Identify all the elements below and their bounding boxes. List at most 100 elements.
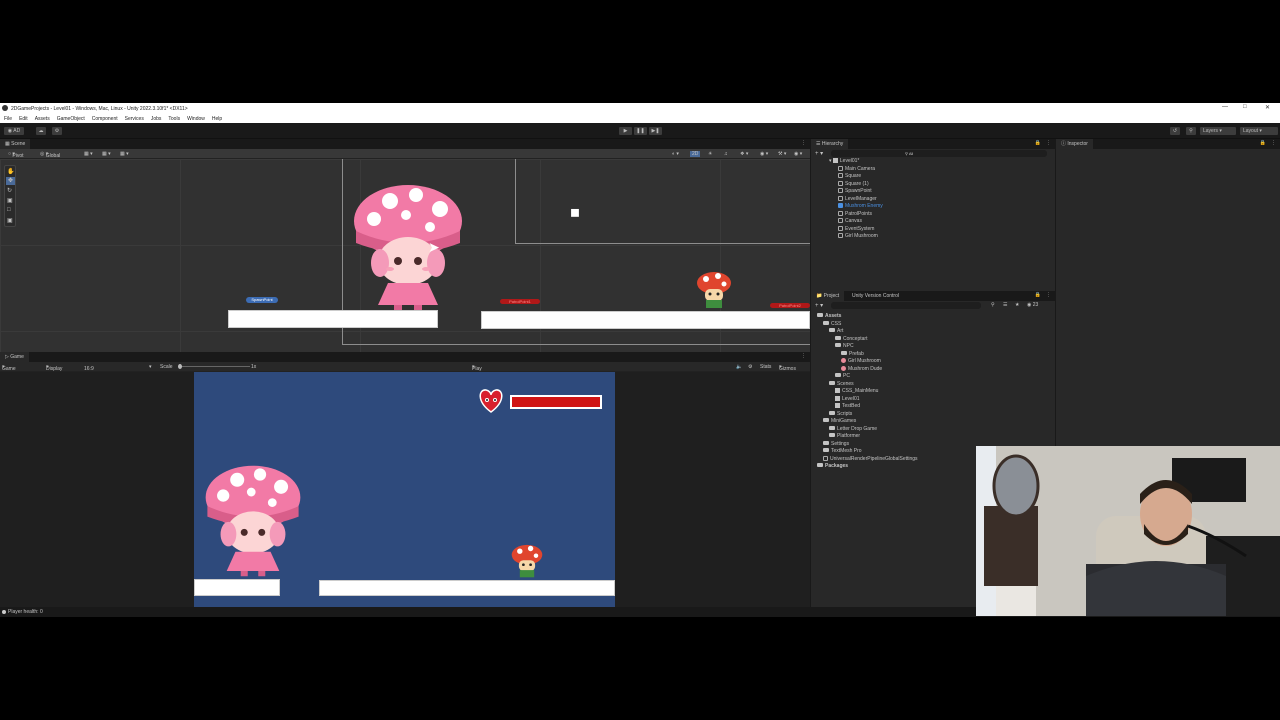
project-tree-item[interactable]: Art	[829, 328, 843, 336]
status-message[interactable]: Player health: 0	[8, 609, 43, 615]
hierarchy-item[interactable]: Square (1)	[838, 180, 869, 189]
snap-icon[interactable]: ▦ ▾	[120, 151, 129, 157]
project-tree-item[interactable]: MiniGames	[823, 418, 856, 426]
play-focused-dropdown[interactable]: Play Focused ▾	[472, 364, 491, 378]
grid-snap-icon[interactable]: ▦ ▾	[84, 151, 93, 157]
hierarchy-item[interactable]: EventSystem	[838, 225, 874, 234]
tools-icon[interactable]: ⚒ ▾	[778, 151, 786, 157]
transform-tool-icon[interactable]: ▣	[7, 217, 13, 224]
hierarchy-search-input[interactable]: ⚲ All	[831, 150, 1047, 157]
effects-icon[interactable]: ❖ ▾	[740, 151, 748, 157]
search-by-type-icon[interactable]: ⚲	[991, 302, 995, 308]
mute-audio-icon[interactable]: 🔈	[736, 364, 742, 370]
gizmos-icon[interactable]: ◉ ▾	[794, 151, 802, 157]
layers-dropdown[interactable]: Layers ▾	[1200, 127, 1236, 135]
mode-2d-toggle[interactable]: 2D	[690, 151, 701, 157]
more-icon[interactable]: ⋮	[801, 353, 806, 359]
girl-mushroom-sprite[interactable]	[350, 183, 466, 313]
hierarchy-item[interactable]: LevelManager	[838, 195, 877, 204]
pause-button[interactable]: ❚❚	[634, 127, 647, 135]
filter-icon[interactable]: ☰	[1003, 302, 1007, 308]
hand-tool-icon[interactable]: ✋	[7, 168, 14, 175]
tab-project[interactable]: 📁 Project	[811, 291, 845, 301]
hierarchy-item[interactable]: SpawnPoint	[838, 188, 872, 196]
hidden-packages-icon[interactable]: ◉ 23	[1027, 302, 1038, 308]
grid-icon[interactable]: ▦ ▾	[102, 151, 111, 157]
more-icon[interactable]: ⋮	[1271, 140, 1276, 146]
render-mode-icon[interactable]: ◐ ▾	[672, 151, 679, 157]
game-screen[interactable]	[194, 372, 615, 607]
rotate-tool-icon[interactable]: ↻	[7, 187, 12, 194]
tab-hierarchy[interactable]: ☰ Hierarchy	[811, 139, 849, 149]
audio-icon[interactable]: ♫	[724, 151, 728, 157]
gizmos-dropdown[interactable]: Gizmos ▾	[779, 364, 796, 372]
menu-tools[interactable]: Tools	[168, 116, 180, 122]
add-icon[interactable]: + ▾	[815, 150, 823, 157]
lock-icon[interactable]: 🔒	[1035, 140, 1041, 146]
hierarchy-item[interactable]: Canvas	[838, 218, 862, 226]
global-dropdown[interactable]: ◎ Global ▾	[40, 151, 60, 159]
more-icon[interactable]: ⋮	[1046, 140, 1051, 146]
tab-inspector[interactable]: ⓘ Inspector	[1056, 139, 1093, 149]
favorite-icon[interactable]: ★	[1015, 302, 1019, 308]
project-tree-item[interactable]: Settings	[823, 440, 849, 449]
game-mode-dropdown[interactable]: Game ▾	[2, 364, 16, 372]
scale-slider-handle[interactable]	[178, 364, 182, 369]
minimize-icon[interactable]: —	[1222, 104, 1228, 110]
project-tree-item[interactable]: Assets	[817, 313, 841, 321]
project-tree-item[interactable]: CSS_MainMenu	[835, 388, 878, 396]
pivot-dropdown[interactable]: ○ Pivot ▾	[8, 151, 24, 159]
search-icon[interactable]: ⚲	[1186, 127, 1196, 135]
layout-dropdown[interactable]: Layout ▾	[1240, 127, 1278, 135]
project-tree-item[interactable]: Level01	[835, 395, 860, 404]
project-tree-item[interactable]: Letter Drop Game	[829, 425, 877, 434]
maximize-icon[interactable]: □	[1243, 104, 1247, 110]
menu-edit[interactable]: Edit	[19, 116, 28, 122]
tab-unity-version-control[interactable]: Unity Version Control	[847, 291, 904, 301]
settings-icon[interactable]: ⚙	[52, 127, 62, 135]
display-dropdown[interactable]: Display 1 ▾	[46, 364, 62, 378]
rect-tool-icon[interactable]: □	[7, 207, 11, 213]
project-tree-item[interactable]: CSS	[823, 320, 841, 329]
scene-platform-square[interactable]	[228, 310, 438, 328]
project-tree-item[interactable]: Scripts	[829, 410, 852, 419]
project-tree-item[interactable]: Conceptart	[835, 335, 867, 344]
hierarchy-item[interactable]: PatrolPoints	[838, 210, 872, 219]
menu-gameobject[interactable]: GameObject	[57, 116, 85, 122]
lighting-icon[interactable]: ☀	[708, 151, 712, 157]
play-button[interactable]: ▶	[619, 127, 632, 135]
cloud-icon[interactable]: ☁	[36, 127, 46, 135]
menu-help[interactable]: Help	[212, 116, 222, 122]
hierarchy-item[interactable]: Square	[838, 173, 861, 181]
project-tree-item[interactable]: Mushrom Dude	[841, 365, 882, 374]
project-tree-item[interactable]: Platformer	[829, 433, 860, 441]
menu-assets[interactable]: Assets	[35, 116, 50, 122]
scene-viewport[interactable]: ✋ ✥ ↻ ▣ □ ▣ ➤ ◼ SpawnPoint PatrolPoint1 …	[0, 159, 810, 352]
project-tree-item[interactable]: NPC	[835, 343, 854, 351]
patrol-point-1-label[interactable]: PatrolPoint1	[500, 299, 540, 304]
project-tree-item[interactable]: Prefab	[841, 350, 864, 359]
settings-icon[interactable]: ⚙	[748, 364, 752, 370]
close-icon[interactable]: ✕	[1265, 104, 1270, 111]
create-asset-icon[interactable]: + ▾	[815, 302, 823, 309]
hierarchy-item[interactable]: Main Camera	[838, 165, 875, 174]
menu-component[interactable]: Component	[92, 116, 118, 122]
project-search-input[interactable]	[831, 302, 981, 309]
patrol-point-2-label[interactable]: PatrolPoint2	[770, 303, 810, 308]
step-button[interactable]: ▶❚	[649, 127, 662, 135]
mushroom-enemy-sprite[interactable]	[696, 271, 732, 311]
project-tree-item[interactable]: PC	[835, 373, 850, 381]
scene-platform-square-1[interactable]	[481, 311, 810, 329]
project-tree-item[interactable]: UniversalRenderPipelineGlobalSettings	[823, 455, 918, 464]
project-tree-item[interactable]: Packages	[817, 463, 848, 471]
menu-window[interactable]: Window	[187, 116, 205, 122]
history-icon[interactable]: ↺	[1170, 127, 1180, 135]
scale-slider-track[interactable]	[178, 366, 250, 367]
lock-icon[interactable]: 🔒	[1035, 292, 1041, 298]
more-icon[interactable]: ⋮	[801, 140, 806, 146]
move-tool-icon[interactable]: ✥	[6, 177, 15, 185]
project-tree-item[interactable]: TextMesh Pro	[823, 448, 862, 456]
tab-scene[interactable]: ▦ Scene	[0, 139, 31, 149]
hierarchy-item[interactable]: Girl Mushroom	[838, 233, 878, 241]
project-tree-item[interactable]: Scenes	[829, 380, 854, 389]
